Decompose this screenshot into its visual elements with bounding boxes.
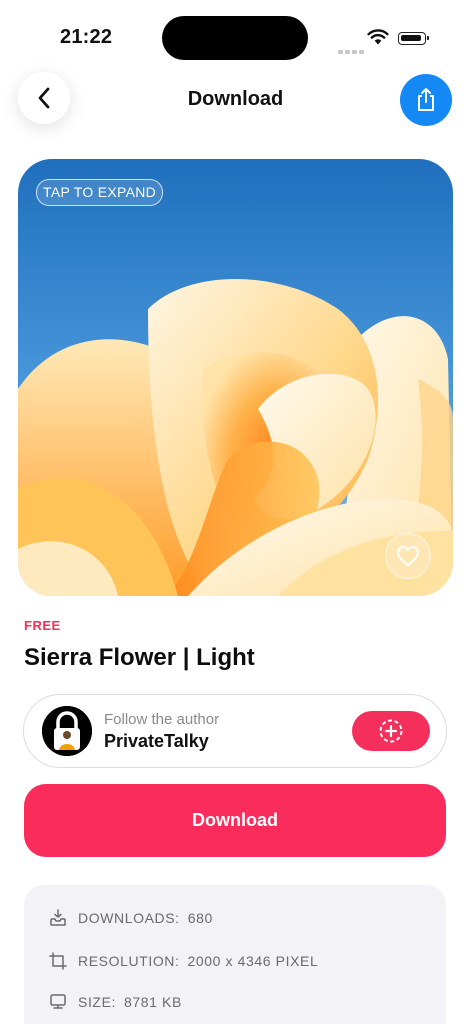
- price-label: FREE: [24, 618, 61, 633]
- wallpaper-stats-panel: DOWNLOADS: 680 RESOLUTION: 2000 x 4346 P…: [24, 885, 446, 1024]
- follow-button[interactable]: [352, 711, 430, 751]
- share-icon: [418, 88, 434, 111]
- tray-download-icon: [48, 908, 68, 928]
- author-card[interactable]: Follow the author PrivateTalky: [23, 694, 447, 768]
- author-name[interactable]: PrivateTalky: [104, 731, 209, 752]
- stat-downloads: DOWNLOADS: 680: [48, 908, 213, 928]
- download-screen: 21:22 Download TAP TO EXPAND FREE Sierra…: [0, 0, 471, 1024]
- status-time: 21:22: [60, 26, 113, 48]
- drive-icon: [48, 992, 68, 1012]
- dynamic-island: [162, 16, 308, 60]
- size-label: SIZE:: [78, 994, 117, 1010]
- stat-size: SIZE: 8781 KB: [48, 992, 182, 1012]
- favorite-button[interactable]: [385, 533, 431, 579]
- follow-author-label: Follow the author: [104, 711, 220, 728]
- downloads-value: 680: [187, 910, 213, 926]
- share-button[interactable]: [400, 74, 452, 126]
- tap-to-expand-badge[interactable]: TAP TO EXPAND: [36, 179, 164, 206]
- cellular-signal-icon: [338, 41, 366, 59]
- heart-icon: [397, 546, 419, 566]
- wallpaper-preview[interactable]: [18, 159, 453, 596]
- download-button[interactable]: Download: [24, 784, 446, 857]
- size-value: 8781 KB: [124, 994, 182, 1010]
- battery-icon: [398, 32, 429, 45]
- downloads-label: DOWNLOADS:: [78, 910, 180, 926]
- crop-icon: [48, 951, 68, 971]
- avatar[interactable]: [42, 706, 92, 756]
- resolution-value: 2000 x 4346 PIXEL: [187, 953, 319, 969]
- stat-resolution: RESOLUTION: 2000 x 4346 PIXEL: [48, 951, 318, 971]
- wifi-icon: [367, 28, 389, 50]
- add-circle-icon: [379, 719, 403, 743]
- wallpaper-title: Sierra Flower | Light: [24, 644, 255, 671]
- resolution-label: RESOLUTION:: [78, 953, 180, 969]
- status-bar: 21:22: [0, 0, 471, 70]
